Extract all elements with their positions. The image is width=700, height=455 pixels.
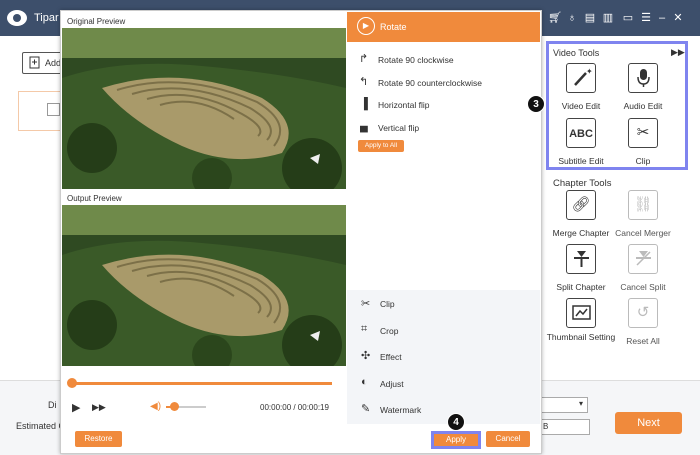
cancel-merger-button[interactable]: ⛓︎ xyxy=(628,190,658,220)
split-icon xyxy=(573,251,589,267)
fast-forward-icon[interactable]: ▶▶ xyxy=(92,402,106,413)
cancel-button[interactable]: Cancel xyxy=(486,431,530,447)
volume-icon[interactable]: ◀) xyxy=(150,401,161,412)
thumbnail-setting-label: Thumbnail Setting xyxy=(546,332,616,342)
thumbnail-setting-button[interactable] xyxy=(566,298,596,328)
minimize-icon[interactable]: – xyxy=(656,12,668,24)
file-icon[interactable]: ▤ xyxy=(584,12,596,24)
playback-progress-bar[interactable] xyxy=(72,382,332,385)
rotate-tab[interactable] xyxy=(347,12,540,42)
add-file-label: Add xyxy=(45,58,62,68)
close-icon[interactable]: ✕ xyxy=(672,12,684,24)
rotate-clockwise-icon[interactable]: ↱ xyxy=(359,52,368,65)
feedback-icon[interactable]: ▭ xyxy=(622,12,634,24)
time-display: 00:00:00 / 00:00:19 xyxy=(260,403,329,412)
apply-to-all-button[interactable]: Apply to All xyxy=(358,140,404,152)
menu-item-label: Crop xyxy=(380,326,399,336)
scissors-icon: ✂ xyxy=(636,124,650,141)
original-preview-label: Original Preview xyxy=(67,17,126,26)
output-preview-label: Output Preview xyxy=(67,194,122,203)
menu-item-adjust[interactable]: ◐ Adjust xyxy=(347,370,540,396)
rotate-tab-label: Rotate xyxy=(380,22,407,32)
step-badge-4: 4 xyxy=(447,413,465,431)
add-file-button[interactable]: Add xyxy=(22,52,64,74)
scissors-icon: ✂ xyxy=(361,298,371,310)
brush-icon: ✎ xyxy=(361,403,371,415)
menu-item-clip[interactable]: ✂ Clip xyxy=(347,291,540,317)
video-tools-title: Video Tools xyxy=(553,48,600,58)
app-title: Tipar xyxy=(34,12,59,24)
video-edit-label: Video Edit xyxy=(561,101,601,111)
subtitle-edit-button[interactable]: ABC xyxy=(566,118,596,148)
original-preview-video xyxy=(62,28,346,198)
preview-side-blank xyxy=(346,205,540,287)
next-button[interactable]: Next xyxy=(615,412,682,434)
microphone-icon xyxy=(636,69,650,87)
cancel-split-button[interactable] xyxy=(628,244,658,274)
chevron-down-icon: ▾ xyxy=(578,399,583,408)
magic-wand-icon: ✦ xyxy=(573,67,593,86)
cancel-split-icon xyxy=(635,251,651,266)
split-chapter-label: Split Chapter xyxy=(556,282,606,292)
audio-edit-button[interactable] xyxy=(628,63,658,93)
thumbnail-icon xyxy=(571,305,591,320)
restore-button[interactable]: Restore xyxy=(75,431,122,447)
audio-edit-label: Audio Edit xyxy=(623,101,663,111)
add-file-icon xyxy=(29,56,40,69)
cart-icon[interactable]: 🛒︎ xyxy=(548,12,562,24)
file-checkbox[interactable] xyxy=(47,103,60,116)
video-edit-button[interactable]: ✦ xyxy=(566,63,596,93)
vertical-flip-option[interactable]: Vertical flip xyxy=(378,123,419,133)
vertical-flip-icon[interactable]: ▄ xyxy=(360,120,368,132)
expand-arrow-icon[interactable]: ▶▶ xyxy=(671,47,685,58)
chapter-tools-title: Chapter Tools xyxy=(553,178,612,189)
link-icon: 🔗︎ xyxy=(571,196,591,213)
cancel-split-label: Cancel Split xyxy=(620,282,666,292)
merge-chapter-button[interactable]: 🔗︎ xyxy=(566,190,596,220)
menu-item-watermark[interactable]: ✎ Watermark xyxy=(347,396,540,422)
horizontal-flip-icon[interactable]: ▐ xyxy=(360,98,368,110)
menu-item-label: Watermark xyxy=(380,405,422,415)
subtitle-edit-label: Subtitle Edit xyxy=(558,156,604,166)
reset-all-label: Reset All xyxy=(626,336,660,346)
output-preview-video xyxy=(62,205,346,375)
key-icon[interactable]: ♁ xyxy=(566,12,578,24)
menu-item-label: Adjust xyxy=(380,379,404,389)
destination-select[interactable]: ▾ xyxy=(540,397,588,413)
playback-progress-handle[interactable] xyxy=(67,378,77,388)
effect-icon: ✣ xyxy=(361,350,371,362)
destination-label: Di xyxy=(48,400,57,410)
reset-all-button[interactable]: ↺ xyxy=(628,298,658,328)
volume-slider-handle[interactable] xyxy=(170,402,179,411)
cancel-merger-label: Cancel Merger xyxy=(615,228,671,238)
clip-label: Clip xyxy=(635,156,651,166)
rotate-counterclockwise-option[interactable]: Rotate 90 counterclockwise xyxy=(378,78,482,88)
apply-button[interactable]: Apply xyxy=(431,431,481,449)
rotate-icon: ▶ xyxy=(357,17,375,35)
app-logo-icon xyxy=(6,8,28,28)
doc-icon[interactable]: ▥ xyxy=(602,12,614,24)
reset-icon: ↺ xyxy=(636,304,650,321)
step-badge-3: 3 xyxy=(527,95,545,113)
size-field: B xyxy=(540,419,590,435)
unlink-icon: ⛓︎ xyxy=(633,196,653,213)
menu-item-label: Effect xyxy=(380,352,402,362)
rotate-clockwise-option[interactable]: Rotate 90 clockwise xyxy=(378,55,454,65)
rotate-counterclockwise-icon[interactable]: ↰ xyxy=(359,75,368,88)
menu-icon[interactable]: ☰ xyxy=(640,12,652,24)
merge-chapter-label: Merge Chapter xyxy=(552,228,610,238)
abc-icon: ABC xyxy=(569,128,593,140)
crop-icon: ⌗ xyxy=(361,323,368,335)
split-chapter-button[interactable] xyxy=(566,244,596,274)
menu-item-crop[interactable]: ⌗ Crop xyxy=(347,317,540,343)
menu-item-effect[interactable]: ✣ Effect xyxy=(347,343,540,369)
play-icon[interactable]: ▶ xyxy=(72,401,80,414)
size-value: B xyxy=(543,422,549,431)
horizontal-flip-option[interactable]: Horizontal flip xyxy=(378,100,430,110)
menu-item-label: Clip xyxy=(380,299,395,309)
clip-button[interactable]: ✂ xyxy=(628,118,658,148)
svg-text:✦: ✦ xyxy=(586,67,593,76)
adjust-icon: ◐ xyxy=(361,376,368,388)
